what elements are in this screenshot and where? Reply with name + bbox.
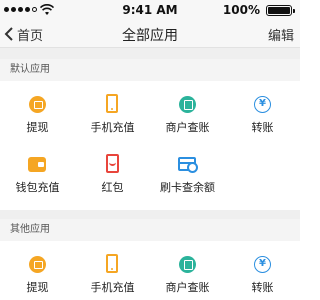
default-apps-grid: 提现 手机充值 商户查账 ¥ 转账 钱包充值 红包 刷卡查余额 bbox=[0, 82, 300, 210]
wallet-recharge-icon bbox=[28, 157, 46, 172]
app-wallet-recharge[interactable]: 钱包充值 bbox=[0, 142, 75, 202]
status-bar: 9:41 AM 100% bbox=[0, 0, 300, 20]
app-label: 转账 bbox=[251, 121, 274, 134]
withdraw-icon bbox=[29, 256, 46, 273]
section-divider bbox=[0, 210, 300, 219]
app-withdraw[interactable]: 提现 bbox=[0, 82, 75, 142]
merchant-ledger-icon bbox=[179, 256, 196, 273]
app-phone-recharge[interactable]: 手机充值 bbox=[75, 82, 150, 142]
section-divider bbox=[0, 48, 300, 59]
transfer-icon: ¥ bbox=[254, 96, 271, 113]
app-merchant-ledger[interactable]: 商户查账 bbox=[150, 242, 225, 300]
app-label: 手机充值 bbox=[90, 281, 135, 294]
section-header-default-apps: 默认应用 bbox=[0, 59, 300, 81]
app-transfer[interactable]: ¥ 转账 bbox=[225, 82, 300, 142]
phone-recharge-icon bbox=[106, 254, 118, 273]
other-apps-grid: 提现 手机充值 商户查账 ¥ 转账 bbox=[0, 242, 300, 300]
app-phone-recharge[interactable]: 手机充值 bbox=[75, 242, 150, 300]
app-transfer[interactable]: ¥ 转账 bbox=[225, 242, 300, 300]
section-header-other-apps: 其他应用 bbox=[0, 219, 300, 241]
app-merchant-ledger[interactable]: 商户查账 bbox=[150, 82, 225, 142]
navigation-bar: 首页 全部应用 编辑 bbox=[0, 20, 300, 48]
battery-icon bbox=[266, 5, 295, 16]
withdraw-icon bbox=[29, 96, 46, 113]
app-red-envelope[interactable]: 红包 bbox=[75, 142, 150, 202]
app-label: 商户查账 bbox=[165, 281, 210, 294]
app-label: 商户查账 bbox=[165, 121, 210, 134]
app-label: 钱包充值 bbox=[15, 181, 60, 194]
app-label: 刷卡查余额 bbox=[160, 181, 215, 194]
chevron-left-icon bbox=[4, 27, 13, 41]
app-label: 提现 bbox=[26, 121, 49, 134]
page-title: 全部应用 bbox=[122, 28, 178, 44]
red-envelope-icon bbox=[106, 154, 119, 173]
battery-percentage: 100% bbox=[222, 3, 260, 17]
transfer-icon: ¥ bbox=[254, 256, 271, 273]
app-label: 手机充值 bbox=[90, 121, 135, 134]
card-balance-icon bbox=[178, 157, 198, 173]
back-button[interactable]: 首页 bbox=[4, 24, 43, 44]
app-withdraw[interactable]: 提现 bbox=[0, 242, 75, 300]
phone-recharge-icon bbox=[106, 94, 118, 113]
edit-button[interactable]: 编辑 bbox=[268, 25, 294, 44]
app-label: 转账 bbox=[251, 281, 274, 294]
app-card-balance[interactable]: 刷卡查余额 bbox=[150, 142, 225, 202]
app-label: 提现 bbox=[26, 281, 49, 294]
back-label: 首页 bbox=[17, 28, 44, 44]
merchant-ledger-icon bbox=[179, 96, 196, 113]
app-label: 红包 bbox=[101, 181, 124, 194]
